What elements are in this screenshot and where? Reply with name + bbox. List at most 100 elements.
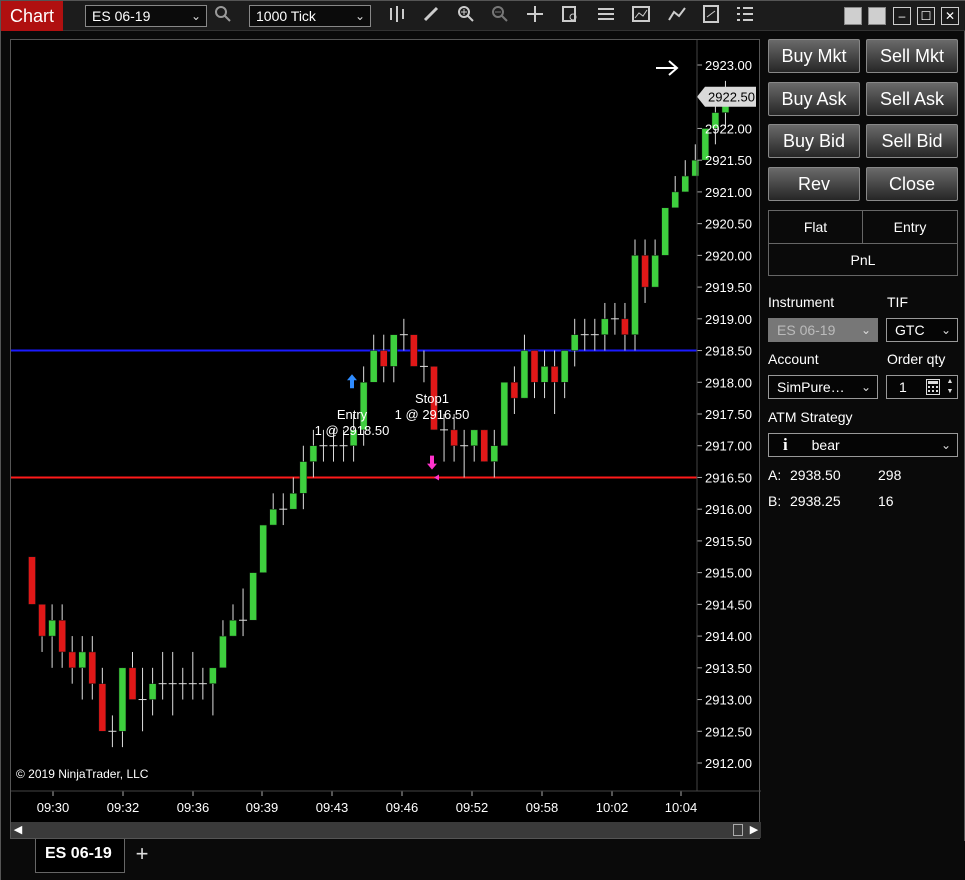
scroll-left-icon[interactable]: ◀ [11, 822, 25, 838]
candle-body [450, 429, 458, 446]
buy-mkt-button[interactable]: Buy Mkt [768, 39, 860, 73]
candle-body [259, 524, 267, 573]
interval-select[interactable]: 1000 Tick ⌄ [249, 5, 371, 27]
ask-label: A: [768, 467, 782, 483]
chart-panel[interactable]: 2923.00 2922.00 2921.50 2921.00 2920.50 2920.… [10, 39, 761, 839]
candle-body [661, 207, 669, 256]
bar-type-icon[interactable] [385, 5, 409, 27]
properties-icon[interactable] [594, 5, 618, 27]
zoom-out-icon[interactable] [488, 5, 512, 27]
account-select-value: SimPure… [777, 379, 845, 395]
y-axis-label: 2920.50 [705, 217, 752, 232]
candle-body [209, 667, 217, 684]
chevron-down-icon: ⌄ [354, 9, 365, 23]
candle-body [78, 651, 86, 669]
candle-body [68, 651, 76, 669]
chart-window: Chart ES 06-19 ⌄ 1000 Tick ⌄ – ☐ ✕ 2923.… [0, 0, 965, 880]
rev-button[interactable]: Rev [768, 166, 860, 201]
calculator-icon[interactable] [926, 379, 940, 395]
sell-ask-button[interactable]: Sell Ask [866, 81, 958, 116]
instrument-field-value: ES 06-19 [777, 322, 836, 338]
candle-body [510, 382, 519, 399]
stop-order-marker [434, 474, 439, 481]
tif-select[interactable]: GTC ⌄ [886, 318, 958, 342]
x-axis-label: 09:43 [316, 800, 349, 815]
buy-bid-button[interactable]: Buy Bid [768, 124, 860, 158]
price-chart[interactable]: 2923.00 2922.00 2921.50 2921.00 2920.50 2920.… [11, 40, 761, 822]
candle-body [58, 619, 66, 653]
stop-marker-label: Stop1 [415, 391, 449, 406]
tile-icon[interactable] [844, 7, 862, 25]
tile-icon[interactable] [868, 7, 886, 25]
candle-body [470, 429, 478, 446]
window-title[interactable]: Chart [1, 1, 63, 31]
close-button[interactable]: Close [866, 166, 958, 201]
x-axis-label: 10:02 [596, 800, 629, 815]
minimize-button[interactable]: – [893, 7, 911, 25]
close-window-button[interactable]: ✕ [941, 7, 959, 25]
sell-arrow-icon [427, 455, 437, 470]
menu-icon[interactable] [733, 5, 757, 27]
stop-marker-detail: 1 @ 2916.50 [395, 407, 470, 422]
qty-stepper[interactable]: ▲ ▼ [945, 377, 955, 397]
chart-scrollbar[interactable]: ◀ ▶ [11, 822, 761, 838]
tab-es-06-19[interactable]: ES 06-19 [35, 839, 125, 873]
atm-strategy-select[interactable]: i bear ⌄ [768, 433, 958, 457]
y-axis-label: 2923.00 [705, 58, 752, 73]
arrow-right-icon[interactable] [656, 60, 679, 76]
data-box-icon[interactable] [558, 5, 582, 27]
y-axis-label: 2915.50 [705, 534, 752, 549]
candle-body [309, 445, 318, 462]
candle-body [148, 683, 157, 700]
y-axis-label: 2917.00 [705, 439, 752, 454]
atm-strategy-label: ATM Strategy [768, 409, 853, 425]
candle-body [299, 461, 308, 494]
scroll-right-icon[interactable]: ▶ [747, 822, 761, 838]
x-axis-label: 09:30 [37, 800, 70, 815]
chevron-down-icon: ⌄ [860, 380, 871, 394]
candle-body [570, 334, 579, 351]
copyright-text: © 2019 NinjaTrader, LLC [16, 767, 149, 781]
ask-price: 2938.50 [790, 467, 841, 483]
instrument-select[interactable]: ES 06-19 ⌄ [85, 5, 207, 27]
candle-body [560, 350, 569, 383]
y-axis-label: 2916.00 [705, 502, 752, 517]
toolbar: Chart ES 06-19 ⌄ 1000 Tick ⌄ – ☐ ✕ [1, 1, 965, 31]
candle-body [38, 604, 46, 637]
strategies-icon[interactable] [665, 5, 689, 27]
indicators-icon[interactable] [629, 5, 653, 27]
sell-bid-button[interactable]: Sell Bid [866, 124, 958, 158]
y-axis-label: 2921.50 [705, 153, 752, 168]
y-axis-label: 2915.00 [705, 566, 752, 581]
pencil-icon[interactable] [419, 5, 443, 27]
current-price-label: 2922.50 [708, 90, 755, 105]
info-icon: i [783, 435, 788, 454]
search-icon[interactable] [211, 5, 235, 27]
add-tab-button[interactable]: + [129, 843, 155, 867]
tif-select-value: GTC [895, 322, 925, 338]
candle-body [229, 619, 237, 637]
scroll-thumb[interactable] [733, 824, 743, 836]
candle-body [550, 366, 559, 383]
candle-body [28, 556, 36, 605]
templates-icon[interactable] [699, 5, 723, 27]
y-axis-label: 2917.50 [705, 407, 752, 422]
maximize-button[interactable]: ☐ [917, 7, 935, 25]
position-grid: Flat Entry PnL [768, 210, 958, 276]
candle-body [380, 350, 388, 367]
zoom-in-icon[interactable] [454, 5, 478, 27]
sell-mkt-button[interactable]: Sell Mkt [866, 39, 958, 73]
candle-body [249, 572, 257, 621]
candle-body [601, 318, 609, 335]
crosshair-icon[interactable] [523, 5, 547, 27]
candle-body [651, 255, 659, 288]
y-axis-label: 2918.50 [705, 344, 752, 359]
y-axis-label: 2916.50 [705, 470, 752, 485]
order-qty-input[interactable]: 1 ▲ ▼ [886, 375, 958, 399]
buy-arrow-icon [347, 374, 357, 389]
buy-ask-button[interactable]: Buy Ask [768, 81, 860, 116]
x-axis-label: 10:04 [665, 800, 698, 815]
account-select[interactable]: SimPure… ⌄ [768, 375, 878, 399]
x-axis-label: 09:32 [107, 800, 140, 815]
candle-body [530, 350, 539, 383]
